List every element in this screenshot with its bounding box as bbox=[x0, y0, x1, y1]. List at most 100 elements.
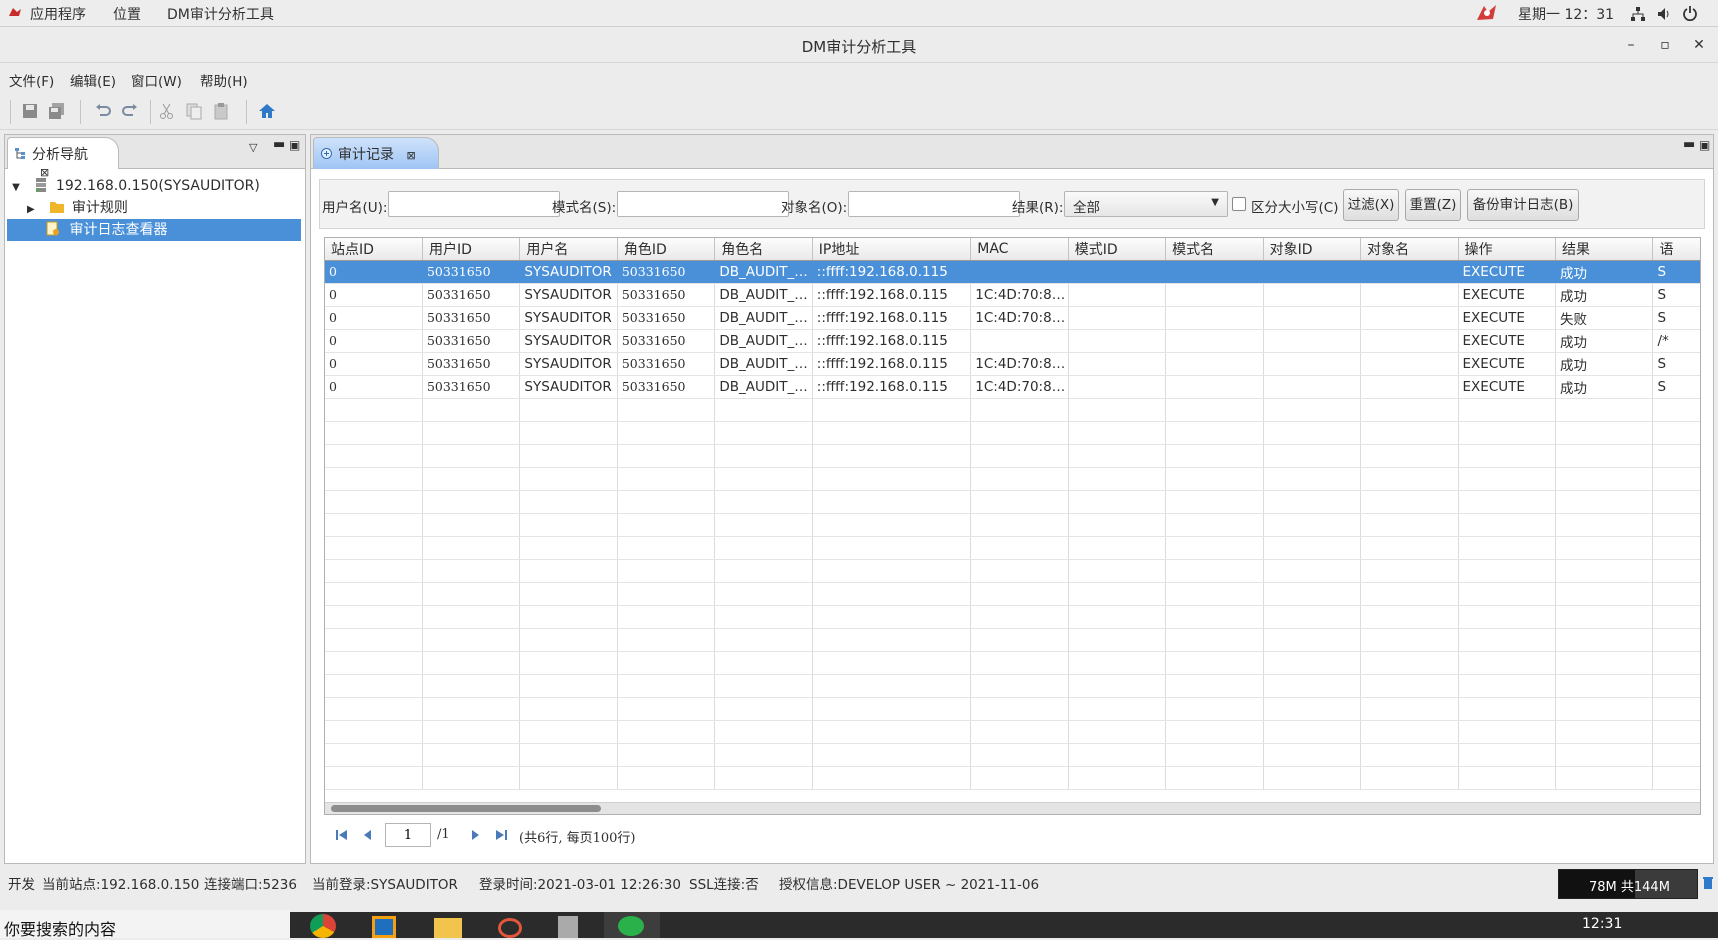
table-row[interactable] bbox=[325, 398, 1700, 422]
column-header[interactable]: 模式ID bbox=[1068, 238, 1167, 261]
table-row[interactable] bbox=[325, 766, 1700, 790]
volume-icon[interactable] bbox=[1656, 6, 1672, 22]
table-row[interactable] bbox=[325, 628, 1700, 652]
expanded-arrow-icon[interactable]: ▼ bbox=[7, 177, 25, 199]
result-select[interactable]: 全部 ▼ bbox=[1064, 191, 1228, 217]
last-page-icon[interactable] bbox=[494, 829, 508, 841]
cut-icon[interactable] bbox=[158, 102, 176, 120]
table-row[interactable]: 0 50331650 SYSAUDITOR 50331650 DB_AUDIT_A...… bbox=[325, 259, 1700, 284]
table-row[interactable] bbox=[325, 559, 1700, 583]
active-app-slot[interactable] bbox=[604, 912, 660, 938]
home-icon[interactable] bbox=[258, 102, 276, 120]
menu-edit[interactable]: 编辑(E) bbox=[70, 70, 116, 90]
table-row[interactable] bbox=[325, 651, 1700, 675]
table-row[interactable] bbox=[325, 605, 1700, 629]
save-all-icon[interactable] bbox=[48, 102, 66, 120]
reset-button[interactable]: 重置(Z) bbox=[1405, 189, 1461, 221]
previous-page-icon[interactable] bbox=[362, 829, 372, 841]
table-row[interactable] bbox=[325, 421, 1700, 445]
maximize-view-icon[interactable]: ▣ bbox=[289, 138, 300, 152]
collapsed-arrow-icon[interactable]: ▶ bbox=[27, 199, 41, 221]
file-explorer-icon[interactable] bbox=[434, 918, 462, 938]
table-row[interactable] bbox=[325, 743, 1700, 767]
table-row[interactable]: 0 50331650 SYSAUDITOR 50331650 DB_AUDIT_A...… bbox=[325, 375, 1700, 399]
table-row[interactable] bbox=[325, 444, 1700, 468]
first-page-icon[interactable] bbox=[335, 829, 349, 841]
tree-node-audit-log-viewer[interactable]: 审计日志查看器 bbox=[7, 219, 301, 241]
table-row[interactable] bbox=[325, 467, 1700, 491]
memory-monitor[interactable]: 78M 共144M bbox=[1558, 869, 1698, 899]
table-row[interactable]: 0 50331650 SYSAUDITOR 50331650 DB_AUDIT_A...… bbox=[325, 283, 1700, 307]
garbage-collect-icon[interactable] bbox=[1702, 876, 1714, 890]
table-row[interactable]: 0 50331650 SYSAUDITOR 50331650 DB_AUDIT_A...… bbox=[325, 352, 1700, 376]
redo-icon[interactable] bbox=[121, 102, 139, 120]
view-menu-icon[interactable]: ▽ bbox=[249, 141, 257, 154]
app-icon[interactable] bbox=[498, 918, 522, 938]
column-header[interactable]: 用户名 bbox=[519, 238, 618, 261]
column-header[interactable]: 对象ID bbox=[1263, 238, 1362, 261]
menu-help[interactable]: 帮助(H) bbox=[200, 70, 248, 90]
notification-icon[interactable] bbox=[1474, 2, 1500, 24]
page-number-input[interactable] bbox=[385, 823, 431, 847]
column-header[interactable]: 用户ID bbox=[422, 238, 521, 261]
table-row[interactable] bbox=[325, 697, 1700, 721]
current-app-menu[interactable]: DM审计分析工具 bbox=[167, 4, 274, 24]
menu-file[interactable]: 文件(F) bbox=[9, 70, 54, 90]
paste-icon[interactable] bbox=[212, 102, 230, 120]
tab-audit-records[interactable]: 审计记录 ⊠ bbox=[313, 137, 439, 169]
table-row[interactable] bbox=[325, 490, 1700, 514]
undo-icon[interactable] bbox=[94, 102, 112, 120]
filter-button[interactable]: 过滤(X) bbox=[1343, 189, 1399, 221]
table-row[interactable] bbox=[325, 536, 1700, 560]
menu-window[interactable]: 窗口(W) bbox=[131, 70, 182, 90]
redhat-icon[interactable] bbox=[8, 6, 22, 18]
close-button[interactable]: ✕ bbox=[1688, 34, 1710, 56]
clock[interactable]: 星期一 12：31 bbox=[1518, 4, 1614, 24]
backup-audit-log-button[interactable]: 备份审计日志(B) bbox=[1467, 189, 1579, 221]
taskbar-search-box[interactable]: 你要搜索的内容 bbox=[0, 910, 290, 939]
chrome-icon[interactable] bbox=[310, 914, 336, 938]
app-icon[interactable] bbox=[558, 916, 578, 938]
table-row[interactable] bbox=[325, 720, 1700, 744]
table-row[interactable]: 0 50331650 SYSAUDITOR 50331650 DB_AUDIT_A...… bbox=[325, 329, 1700, 353]
table-cell bbox=[1068, 766, 1167, 790]
app-icon[interactable] bbox=[372, 916, 396, 938]
close-tab-icon[interactable]: ⊠ bbox=[406, 149, 415, 162]
scrollbar-thumb[interactable] bbox=[331, 805, 601, 812]
column-header[interactable]: 站点ID bbox=[325, 238, 423, 261]
horizontal-scrollbar[interactable] bbox=[325, 802, 1700, 814]
object-input[interactable] bbox=[848, 191, 1020, 217]
username-input[interactable] bbox=[388, 191, 560, 217]
table-row[interactable] bbox=[325, 674, 1700, 698]
maximize-view-icon[interactable]: ▣ bbox=[1699, 138, 1710, 152]
column-header[interactable]: 操作 bbox=[1458, 238, 1556, 261]
places-menu[interactable]: 位置 bbox=[113, 4, 141, 24]
table-row[interactable]: 0 50331650 SYSAUDITOR 50331650 DB_AUDIT_A...… bbox=[325, 306, 1700, 330]
schema-input[interactable] bbox=[617, 191, 789, 217]
column-header[interactable]: 对象名 bbox=[1360, 238, 1459, 261]
column-header[interactable]: MAC bbox=[970, 238, 1069, 261]
applications-menu[interactable]: 应用程序 bbox=[30, 4, 86, 24]
minimize-view-icon[interactable]: ▬ bbox=[273, 137, 285, 152]
column-header[interactable]: 语 bbox=[1652, 238, 1700, 261]
next-page-icon[interactable] bbox=[471, 829, 481, 841]
tree-node-server[interactable]: ▼ 192.168.0.150(SYSAUDITOR) bbox=[7, 175, 303, 197]
column-header[interactable]: 角色ID bbox=[617, 238, 716, 261]
tab-analysis-navigator[interactable]: 分析导航 ⊠ bbox=[7, 137, 119, 179]
table-row[interactable] bbox=[325, 582, 1700, 606]
network-icon[interactable] bbox=[1630, 6, 1646, 22]
column-header[interactable]: 结果 bbox=[1555, 238, 1654, 261]
table-cell bbox=[519, 490, 618, 514]
column-header[interactable]: IP地址 bbox=[812, 238, 972, 261]
tree-node-audit-rules[interactable]: ▶ 审计规则 bbox=[7, 197, 303, 219]
case-sensitive-checkbox[interactable] bbox=[1232, 197, 1246, 211]
minimize-view-icon[interactable]: ▬ bbox=[1683, 137, 1695, 152]
power-icon[interactable] bbox=[1682, 5, 1698, 21]
maximize-button[interactable]: ▫ bbox=[1654, 34, 1676, 56]
save-icon[interactable] bbox=[21, 102, 39, 120]
table-row[interactable] bbox=[325, 513, 1700, 537]
column-header[interactable]: 角色名 bbox=[714, 238, 813, 261]
column-header[interactable]: 模式名 bbox=[1165, 238, 1264, 261]
minimize-button[interactable]: – bbox=[1620, 34, 1642, 56]
copy-icon[interactable] bbox=[185, 102, 203, 120]
